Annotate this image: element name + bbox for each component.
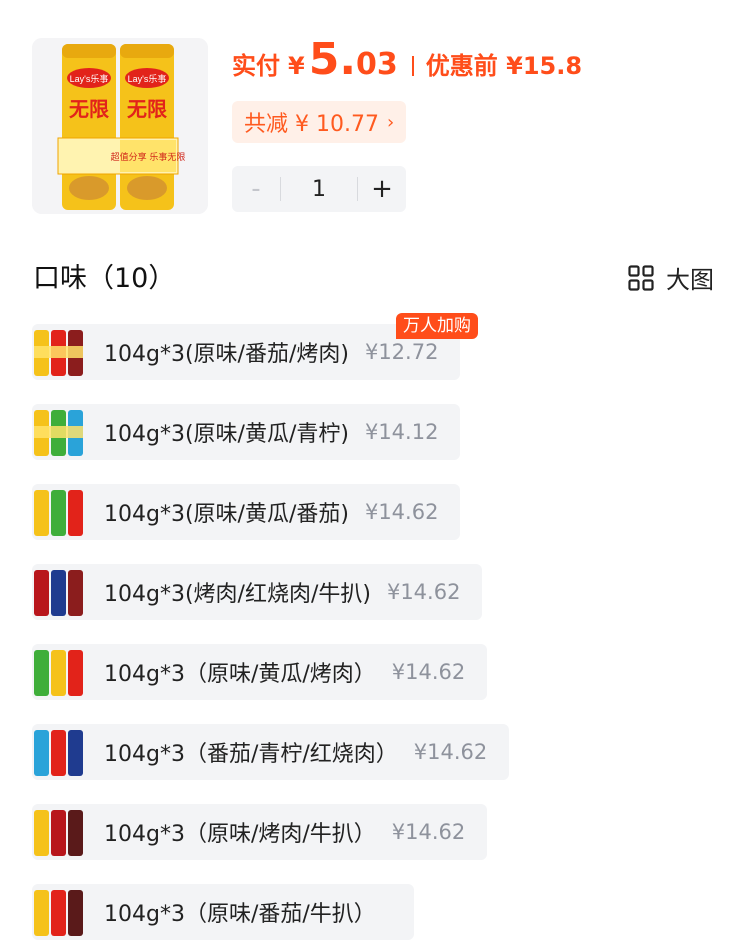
flavor-option[interactable]: 104g*3（原味/番茄/牛扒） bbox=[32, 884, 414, 940]
flavor-thumbnail bbox=[34, 410, 83, 456]
discount-label: 共减 ¥ 10.77 bbox=[244, 112, 379, 137]
flavor-option[interactable]: 104g*3(原味/黄瓜/青柠) ¥14.12 bbox=[32, 404, 461, 460]
flavor-thumbnail bbox=[34, 890, 83, 936]
flavor-option-name: 104g*3(原味/番茄/烤肉) bbox=[104, 342, 349, 367]
flavor-option[interactable]: 104g*3（原味/黄瓜/烤肉） ¥14.62 bbox=[32, 644, 488, 700]
flavor-option-name: 104g*3（原味/番茄/牛扒） bbox=[104, 902, 376, 927]
flavor-thumbnail bbox=[34, 810, 83, 856]
price-before-discount: 优惠前 ¥15.8 bbox=[425, 52, 583, 80]
flavor-option-name: 104g*3（原味/烤肉/牛扒） bbox=[104, 822, 376, 847]
quantity-value[interactable]: 1 bbox=[281, 177, 357, 202]
discount-detail-button[interactable]: 共减 ¥ 10.77 › bbox=[232, 101, 406, 143]
flavor-option-name: 104g*3(原味/黄瓜/青柠) bbox=[104, 422, 349, 447]
price-decimal: 03 bbox=[356, 47, 398, 82]
flavor-thumbnail bbox=[34, 570, 83, 616]
pack-title-text: 无限 bbox=[69, 97, 109, 121]
price-integer: 5. bbox=[308, 34, 357, 85]
flavor-thumbnail bbox=[34, 330, 83, 376]
flavor-option[interactable]: 104g*3（番茄/青柠/红烧肉） ¥14.62 bbox=[32, 724, 510, 780]
increase-button[interactable]: + bbox=[358, 174, 406, 204]
price-line: 实付 ¥ 5. 03 优惠前 ¥15.8 bbox=[232, 38, 582, 92]
product-thumbnail[interactable]: Lay's乐事 Lay's乐事 无限 无限 超值分享 乐事无限 bbox=[32, 38, 208, 214]
flavor-option-name: 104g*3（番茄/青柠/红烧肉） bbox=[104, 742, 398, 767]
svg-text:无限: 无限 bbox=[127, 97, 167, 121]
svg-text:Lay's乐事: Lay's乐事 bbox=[128, 73, 167, 84]
chips-canister-image: Lay's乐事 Lay's乐事 无限 无限 超值分享 乐事无限 bbox=[32, 38, 208, 214]
paid-label: 实付 bbox=[232, 52, 280, 80]
large-image-view-toggle[interactable]: 大图 bbox=[628, 260, 714, 295]
grid-icon bbox=[628, 264, 654, 291]
flavor-option-price: ¥14.12 bbox=[364, 420, 439, 444]
currency-symbol: ¥ bbox=[288, 52, 305, 80]
flavor-option-name: 104g*3（原味/黄瓜/烤肉） bbox=[104, 662, 376, 687]
flavor-section-title: 口味（10） bbox=[33, 263, 176, 294]
chevron-right-icon: › bbox=[386, 111, 395, 133]
flavor-option-price: ¥12.72 bbox=[364, 340, 439, 364]
flavor-option-price: ¥14.62 bbox=[413, 740, 488, 764]
flavor-option-price: ¥14.62 bbox=[386, 580, 461, 604]
flavor-option[interactable]: 104g*3（原味/烤肉/牛扒） ¥14.62 bbox=[32, 804, 488, 860]
flavor-thumbnail bbox=[34, 730, 83, 776]
quantity-stepper[interactable]: - 1 + bbox=[232, 166, 406, 212]
flavor-thumbnail bbox=[34, 490, 83, 536]
hot-purchase-badge: 万人加购 bbox=[396, 313, 478, 339]
flavor-option-price: ¥14.62 bbox=[364, 500, 439, 524]
price-divider bbox=[411, 56, 414, 76]
flavor-option-name: 104g*3(烤肉/红烧肉/牛扒) bbox=[104, 582, 371, 607]
flavor-thumbnail bbox=[34, 650, 83, 696]
flavor-option-price: ¥14.62 bbox=[391, 820, 466, 844]
decrease-button[interactable]: - bbox=[232, 174, 280, 204]
flavor-option[interactable]: 104g*3(原味/黄瓜/番茄) ¥14.62 bbox=[32, 484, 461, 540]
pack-promo-text: 超值分享 乐事无限 bbox=[111, 151, 186, 163]
pack-brand-text: Lay's乐事 bbox=[70, 73, 109, 84]
flavor-option-price: ¥14.62 bbox=[391, 660, 466, 684]
flavor-option[interactable]: 104g*3(烤肉/红烧肉/牛扒) ¥14.62 bbox=[32, 564, 483, 620]
view-toggle-label: 大图 bbox=[666, 266, 714, 294]
flavor-option-name: 104g*3(原味/黄瓜/番茄) bbox=[104, 502, 349, 527]
